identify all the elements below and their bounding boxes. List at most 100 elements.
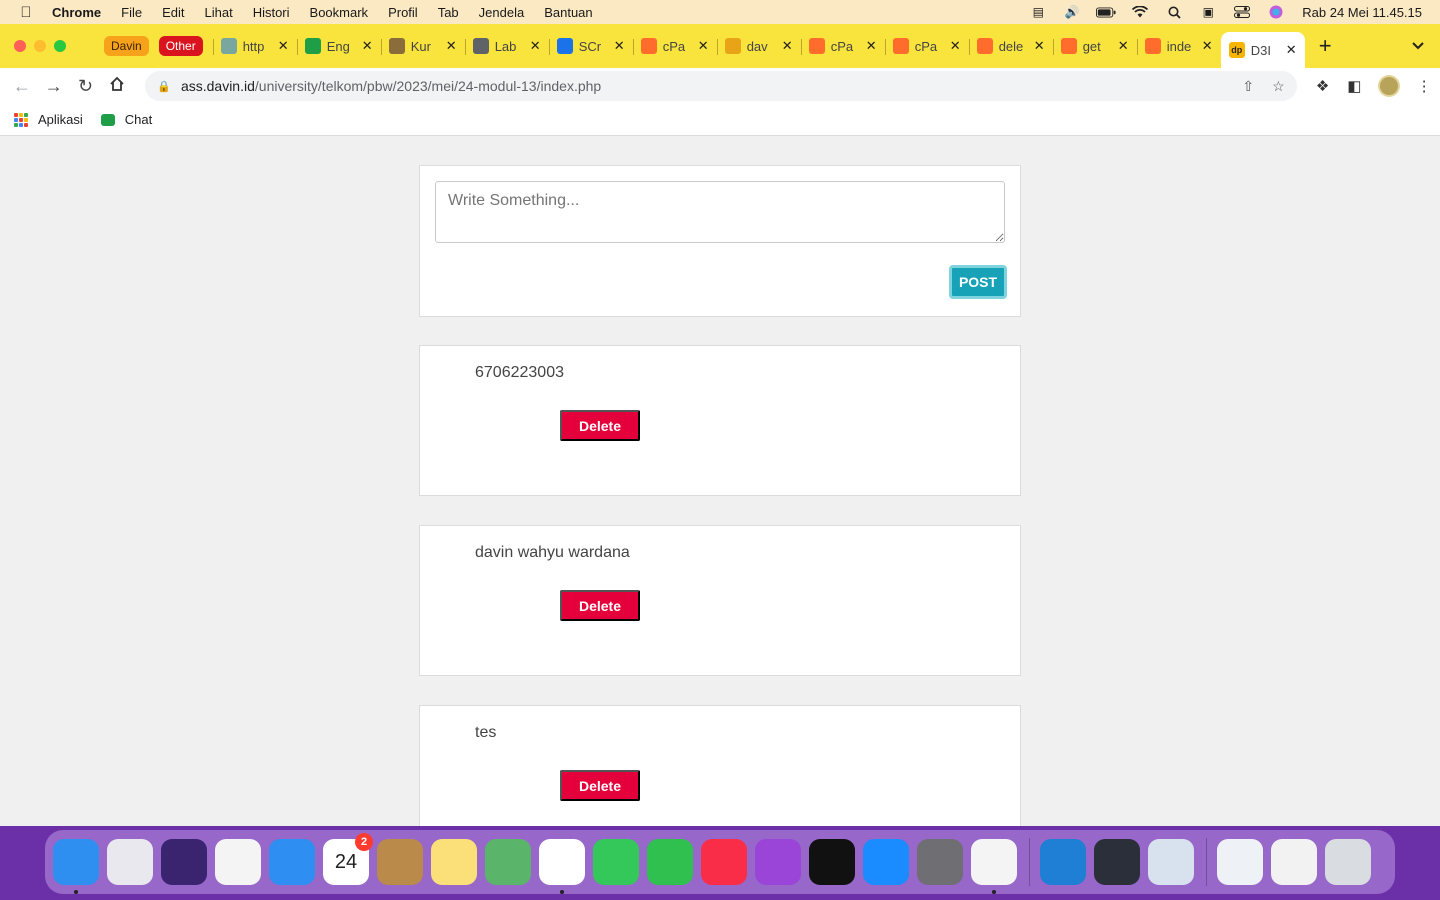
wifi-icon[interactable] — [1130, 5, 1150, 19]
menu-history[interactable]: Histori — [253, 5, 290, 20]
menu-tab[interactable]: Tab — [438, 5, 459, 20]
trash-dock-icon[interactable] — [1325, 839, 1371, 885]
volume-icon[interactable]: 🔊 — [1062, 5, 1082, 19]
reload-icon[interactable]: ↻ — [70, 76, 102, 97]
forward-arrow-icon[interactable]: → — [38, 76, 70, 97]
cpanel-icon — [976, 38, 993, 54]
menu-help[interactable]: Bantuan — [544, 5, 592, 20]
menu-edit[interactable]: Edit — [162, 5, 184, 20]
messages-dock-icon[interactable] — [593, 839, 639, 885]
contacts-dock-icon[interactable] — [377, 839, 423, 885]
calendar-dock-icon[interactable]: 24 2 — [323, 833, 373, 885]
close-tab-icon[interactable]: ✕ — [362, 38, 373, 54]
siri-icon[interactable] — [1266, 5, 1286, 19]
menu-profile[interactable]: Profil — [388, 5, 418, 20]
system-settings-dock-icon[interactable] — [917, 839, 963, 885]
page-viewport: POST 6706223003 Delete davin wahyu warda… — [0, 136, 1440, 826]
extensions-puzzle-icon[interactable]: ❖ — [1307, 77, 1339, 95]
maximize-window-button[interactable] — [54, 40, 66, 52]
tab[interactable]: cPa ✕ — [632, 30, 717, 62]
tab[interactable]: http ✕ — [212, 30, 297, 62]
close-tab-icon[interactable]: ✕ — [614, 38, 625, 54]
minimize-window-button[interactable] — [34, 40, 46, 52]
battery-icon[interactable] — [1096, 5, 1116, 19]
tab[interactable]: cPa ✕ — [884, 30, 969, 62]
display-icon[interactable]: ▣ — [1198, 5, 1218, 19]
menu-app-name[interactable]: Chrome — [52, 5, 101, 20]
tab[interactable]: get ✕ — [1052, 30, 1137, 62]
maps-dock-icon[interactable] — [485, 839, 531, 885]
reminders-dock-icon[interactable] — [215, 839, 261, 885]
tab[interactable]: dav ✕ — [716, 30, 801, 62]
new-tab-button[interactable]: + — [1319, 33, 1332, 59]
mp4-file-dock-icon[interactable] — [1217, 839, 1263, 885]
vscode-dock-icon[interactable] — [1040, 839, 1086, 885]
tab[interactable]: dele ✕ — [968, 30, 1053, 62]
finder-dock-icon[interactable] — [53, 839, 99, 894]
close-tab-icon[interactable]: ✕ — [1286, 42, 1297, 58]
memory-icon[interactable]: ▤ — [1028, 5, 1048, 19]
preview-dock-icon[interactable] — [1148, 839, 1194, 885]
home-icon[interactable] — [101, 76, 133, 97]
screenshot-dock-icon[interactable] — [1271, 839, 1317, 885]
delete-button[interactable]: Delete — [560, 410, 640, 441]
tab[interactable]: inde ✕ — [1136, 30, 1221, 62]
notes-dock-icon[interactable] — [431, 839, 477, 885]
tab-search-chevron-icon[interactable] — [1412, 39, 1424, 53]
menu-view[interactable]: Lihat — [204, 5, 232, 20]
bookmark-apps[interactable]: Aplikasi — [14, 112, 83, 127]
close-tab-icon[interactable]: ✕ — [866, 38, 877, 54]
bookmark-chat[interactable]: Chat — [100, 112, 152, 127]
close-tab-icon[interactable]: ✕ — [950, 38, 961, 54]
close-tab-icon[interactable]: ✕ — [782, 38, 793, 54]
close-tab-icon[interactable]: ✕ — [278, 38, 289, 54]
tab[interactable]: cPa ✕ — [800, 30, 885, 62]
tab[interactable]: SCr ✕ — [548, 30, 633, 62]
tab-group-davin[interactable]: Davin — [104, 36, 149, 56]
delete-button[interactable]: Delete — [560, 590, 640, 621]
podcasts-dock-icon[interactable] — [755, 839, 801, 885]
profile-avatar[interactable] — [1378, 75, 1401, 97]
app-store-dock-icon[interactable] — [863, 839, 909, 885]
tab[interactable]: Lab ✕ — [464, 30, 549, 62]
more-menu-icon[interactable]: ⋮ — [1408, 77, 1440, 95]
side-panel-icon[interactable]: ◧ — [1338, 77, 1370, 95]
share-icon[interactable]: ⇧ — [1242, 78, 1254, 95]
tab-title: cPa — [662, 38, 686, 54]
close-tab-icon[interactable]: ✕ — [1202, 38, 1213, 54]
menu-clock[interactable]: Rab 24 Mei 11.45.15 — [1302, 5, 1422, 20]
delete-button[interactable]: Delete — [560, 770, 640, 801]
control-center-icon[interactable] — [1232, 5, 1252, 19]
post-textarea[interactable] — [435, 181, 1005, 243]
close-tab-icon[interactable]: ✕ — [698, 38, 709, 54]
music-dock-icon[interactable] — [701, 839, 747, 885]
back-arrow-icon[interactable]: ← — [6, 76, 38, 97]
tab[interactable]: Eng ✕ — [296, 30, 381, 62]
launchpad-dock-icon[interactable] — [107, 839, 153, 885]
post-button[interactable]: POST — [949, 265, 1007, 299]
close-tab-icon[interactable]: ✕ — [1118, 38, 1129, 54]
bookmark-star-icon[interactable]: ☆ — [1272, 78, 1285, 95]
photos-dock-icon[interactable] — [539, 839, 585, 894]
tab-group-other[interactable]: Other — [158, 36, 203, 56]
menu-bookmark[interactable]: Bookmark — [310, 5, 369, 20]
mail-dock-icon[interactable] — [269, 839, 315, 885]
menu-window[interactable]: Jendela — [479, 5, 525, 20]
quicktime-dock-icon[interactable] — [1094, 839, 1140, 885]
spotlight-search-icon[interactable] — [1164, 5, 1184, 19]
lock-icon[interactable]: 🔒 — [157, 80, 171, 93]
tab[interactable]: Kur ✕ — [380, 30, 465, 62]
address-bar[interactable]: 🔒 ass.davin.id /university/telkom/pbw/20… — [145, 71, 1297, 101]
chrome-dock-icon[interactable] — [971, 839, 1017, 894]
close-tab-icon[interactable]: ✕ — [1034, 38, 1045, 54]
close-window-button[interactable] — [14, 40, 26, 52]
apple-menu-icon[interactable]:  — [0, 4, 52, 21]
close-tab-icon[interactable]: ✕ — [530, 38, 541, 54]
tab-active[interactable]: dp D3I ✕ — [1220, 32, 1305, 68]
siri-dock-icon[interactable] — [161, 839, 207, 885]
tv-dock-icon[interactable] — [809, 839, 855, 885]
tab-title: get — [1082, 38, 1101, 54]
close-tab-icon[interactable]: ✕ — [446, 38, 457, 54]
menu-file[interactable]: File — [121, 5, 142, 20]
facetime-dock-icon[interactable] — [647, 839, 693, 885]
